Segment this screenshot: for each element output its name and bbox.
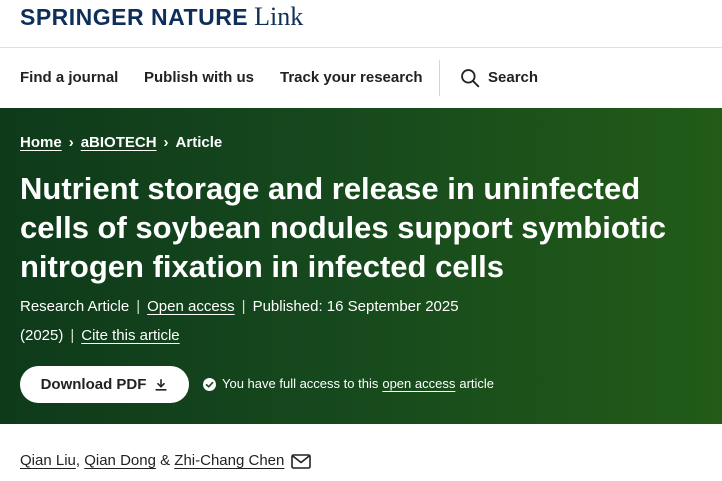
search-label: Search (488, 69, 539, 86)
article-title: Nutrient storage and release in uninfect… (20, 171, 666, 284)
site-logo[interactable]: SPRINGER NATURE Link (20, 2, 304, 31)
meta-divider: | (70, 327, 75, 344)
meta-divider: | (136, 298, 141, 315)
chevron-right-icon: › (163, 134, 169, 151)
article-meta-2: (2025) | Cite this article (20, 326, 180, 346)
breadcrumb-home[interactable]: Home (20, 133, 62, 153)
open-access-link[interactable]: Open access (147, 298, 235, 315)
check-circle-icon (203, 377, 216, 391)
access-note-suffix: article (459, 376, 495, 391)
nav-track-research[interactable]: Track your research (280, 68, 423, 88)
logo-brand: SPRINGER NATURE (20, 4, 249, 30)
nav-find-journal[interactable]: Find a journal (20, 68, 118, 88)
search-button[interactable]: Search (460, 68, 538, 88)
access-note-prefix: You have full access to this (222, 376, 379, 391)
access-note: You have full access to this open access… (203, 374, 494, 394)
nav-publish[interactable]: Publish with us (144, 68, 254, 88)
breadcrumb-journal[interactable]: aBIOTECH (81, 133, 157, 153)
search-icon (461, 69, 480, 88)
author-separator: & (160, 452, 171, 469)
access-note-link[interactable]: open access (382, 374, 455, 394)
download-pdf-label: Download PDF (40, 376, 147, 393)
author-link[interactable]: Qian Dong (84, 451, 156, 471)
breadcrumb-current: Article (175, 134, 223, 151)
mail-icon[interactable] (291, 453, 312, 469)
article-type: Research Article (20, 298, 130, 315)
author-list: Qian Liu, Qian Dong & Zhi-Chang Chen (20, 451, 312, 471)
author-separator: , (75, 452, 81, 469)
chevron-right-icon: › (68, 134, 74, 151)
published-date: Published: 16 September 2025 (252, 298, 459, 315)
meta-divider: | (241, 298, 246, 315)
logo-sub: Link (254, 2, 304, 31)
main-nav: Find a journal Publish with us Track you… (0, 48, 722, 108)
article-meta: Research Article | Open access | Published: … (20, 297, 459, 317)
author-link[interactable]: Zhi-Chang Chen (174, 451, 284, 471)
breadcrumb: Home › aBIOTECH › Article (20, 133, 222, 153)
logo-bar: SPRINGER NATURE Link (0, 0, 722, 48)
nav-divider (439, 60, 440, 96)
download-pdf-button[interactable]: Download PDF (20, 366, 189, 403)
author-link[interactable]: Qian Liu (20, 451, 76, 471)
download-icon (155, 378, 168, 391)
cite-article-link[interactable]: Cite this article (81, 327, 179, 344)
article-volume: (2025) (20, 327, 64, 344)
article-hero: Home › aBIOTECH › Article Nutrient stora… (0, 108, 722, 424)
